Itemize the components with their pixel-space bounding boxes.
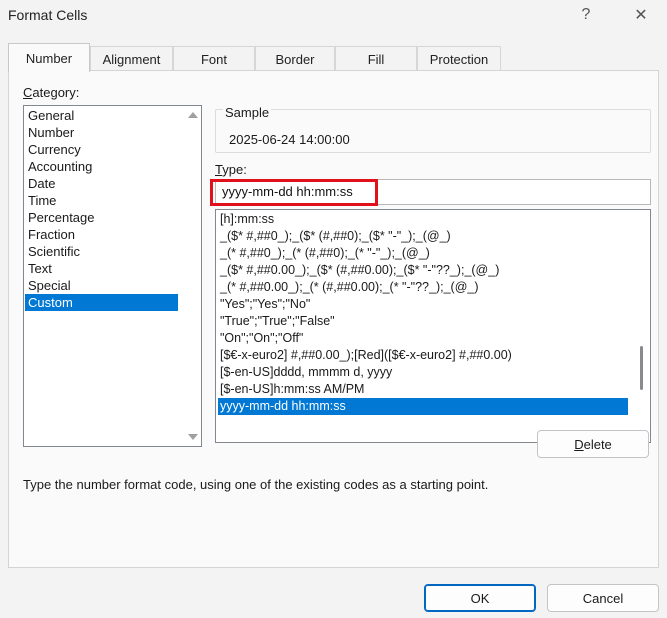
number-panel: Category: General Number Currency Accoun… (8, 70, 659, 568)
list-item[interactable]: Fraction (25, 226, 178, 243)
format-list[interactable]: [h]:mm:ss _($* #,##0_);_($* (#,##0);_($*… (215, 209, 651, 443)
format-scrollbar[interactable] (633, 210, 650, 442)
scroll-thumb[interactable] (640, 346, 643, 390)
tab-alignment[interactable]: Alignment (90, 46, 173, 71)
list-item[interactable]: Accounting (25, 158, 178, 175)
list-item[interactable]: General (25, 107, 178, 124)
hint-text: Type the number format code, using one o… (23, 477, 489, 492)
sample-value: 2025-06-24 14:00:00 (229, 132, 350, 147)
list-item-selected[interactable]: Custom (25, 294, 178, 311)
list-item[interactable]: "On";"On";"Off" (218, 330, 628, 347)
list-item[interactable]: Percentage (25, 209, 178, 226)
tab-strip: Number Alignment Font Border Fill Protec… (8, 43, 659, 72)
tab-font[interactable]: Font (173, 46, 255, 71)
category-list[interactable]: General Number Currency Accounting Date … (23, 105, 202, 447)
list-item[interactable]: "True";"True";"False" (218, 313, 628, 330)
title-bar: Format Cells ? ✕ (0, 0, 667, 32)
list-item[interactable]: Number (25, 124, 178, 141)
category-scrollbar[interactable] (184, 106, 201, 446)
list-item[interactable]: _(* #,##0.00_);_(* (#,##0.00);_(* "-"??_… (218, 279, 628, 296)
list-item[interactable]: Currency (25, 141, 178, 158)
list-item[interactable]: _(* #,##0_);_(* (#,##0);_(* "-"_);_(@_) (218, 245, 628, 262)
list-item[interactable]: Text (25, 260, 178, 277)
list-item[interactable]: [$-en-US]h:mm:ss AM/PM (218, 381, 628, 398)
type-input[interactable]: yyyy-mm-dd hh:mm:ss (215, 179, 651, 205)
list-item-selected[interactable]: yyyy-mm-dd hh:mm:ss (218, 398, 628, 415)
category-label: Category: (23, 85, 80, 100)
delete-button[interactable]: Delete (537, 430, 649, 458)
list-item[interactable]: "Yes";"Yes";"No" (218, 296, 628, 313)
sample-legend: Sample (223, 105, 272, 120)
help-icon[interactable]: ? (571, 3, 601, 27)
list-item[interactable]: [h]:mm:ss (218, 211, 628, 228)
list-item[interactable]: _($* #,##0.00_);_($* (#,##0.00);_($* "-"… (218, 262, 628, 279)
tab-fill[interactable]: Fill (335, 46, 417, 71)
ok-button[interactable]: OK (424, 584, 536, 612)
scroll-down-icon[interactable] (188, 434, 198, 440)
list-item[interactable]: [$-en-US]dddd, mmmm d, yyyy (218, 364, 628, 381)
list-item[interactable]: _($* #,##0_);_($* (#,##0);_($* "-"_);_(@… (218, 228, 628, 245)
tab-number[interactable]: Number (8, 43, 90, 72)
window-title: Format Cells (8, 7, 88, 23)
list-item[interactable]: Special (25, 277, 178, 294)
cancel-button[interactable]: Cancel (547, 584, 659, 612)
list-item[interactable]: Time (25, 192, 178, 209)
list-item[interactable]: Scientific (25, 243, 178, 260)
close-icon[interactable]: ✕ (626, 3, 656, 27)
list-item[interactable]: [$€-x-euro2] #,##0.00_);[Red]([$€-x-euro… (218, 347, 628, 364)
list-item[interactable]: Date (25, 175, 178, 192)
scroll-up-icon[interactable] (188, 112, 198, 118)
type-label: Type: (215, 162, 247, 177)
tab-border[interactable]: Border (255, 46, 335, 71)
tab-protection[interactable]: Protection (417, 46, 501, 71)
